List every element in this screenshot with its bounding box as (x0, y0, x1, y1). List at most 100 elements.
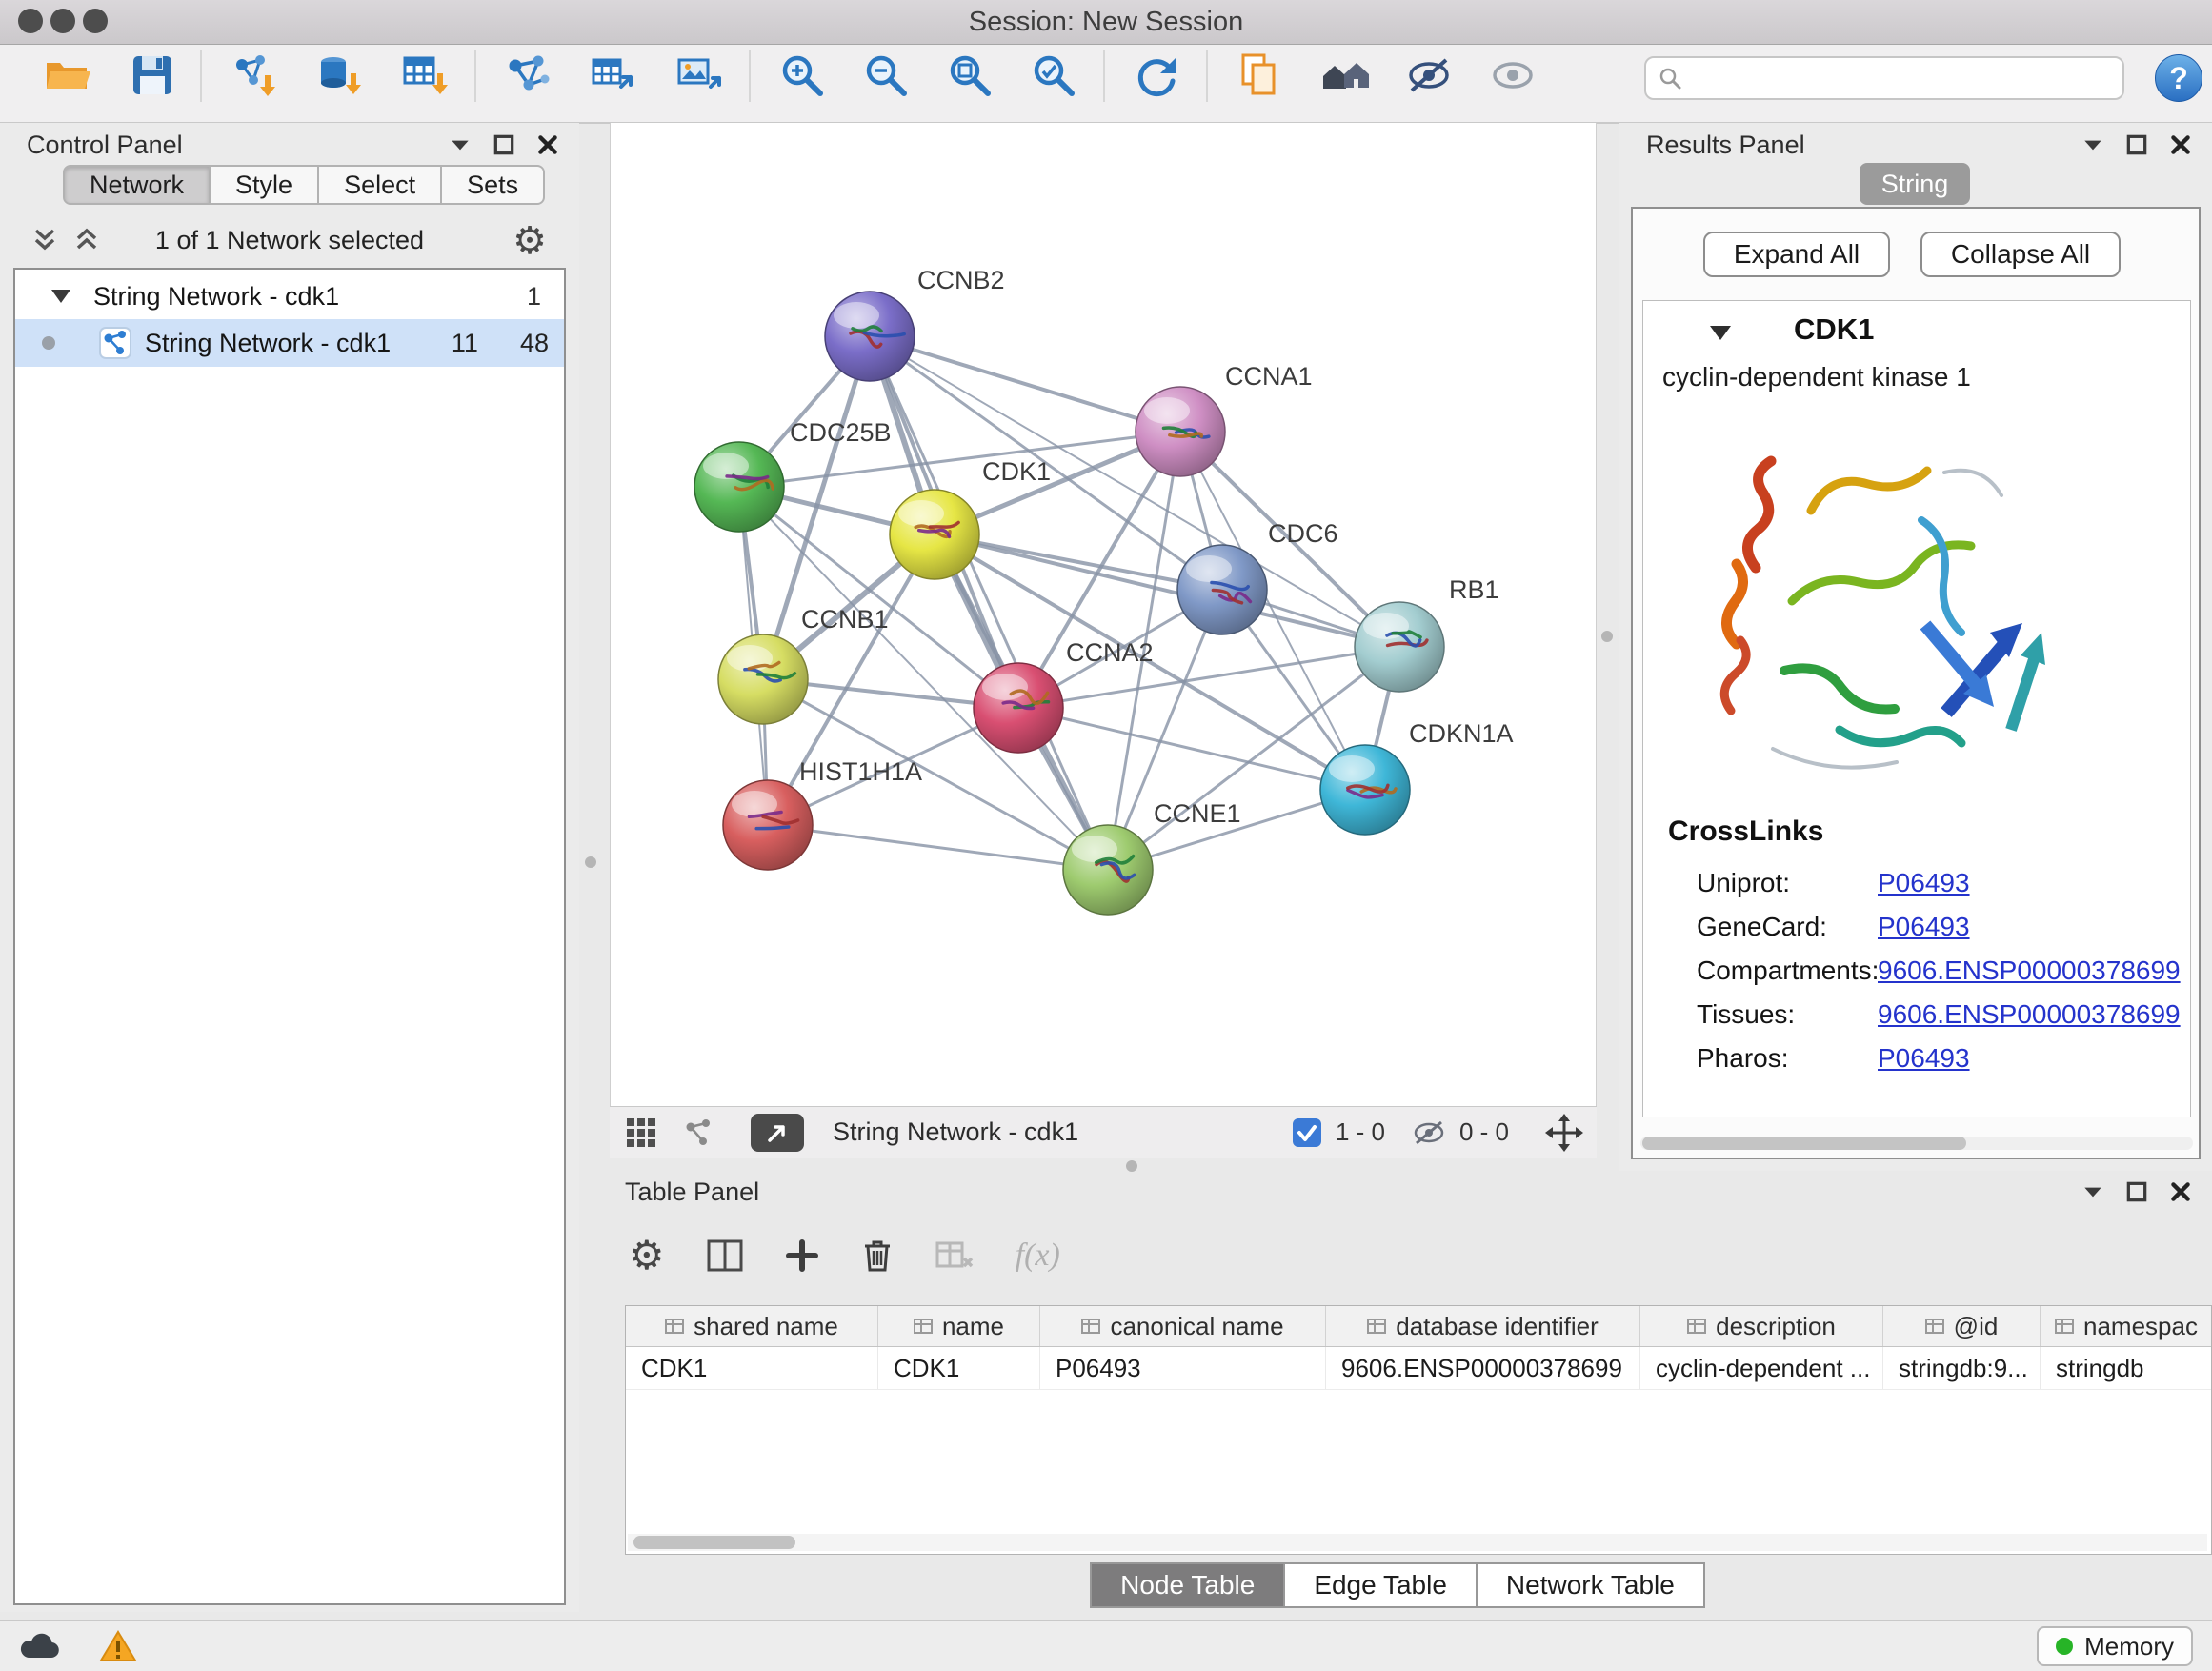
refresh-view-button[interactable] (1132, 50, 1181, 100)
column-header-name[interactable]: name (878, 1306, 1040, 1346)
control-tab-network[interactable]: Network (63, 165, 211, 205)
table-scrollbar-thumb[interactable] (633, 1536, 795, 1549)
column-header--id[interactable]: @id (1883, 1306, 2041, 1346)
column-header-canonical-name[interactable]: canonical name (1040, 1306, 1326, 1346)
crosslink-link[interactable]: P06493 (1878, 912, 1970, 942)
export-table-button[interactable] (589, 50, 638, 100)
add-row-plus-icon[interactable] (785, 1238, 819, 1273)
export-image-button[interactable] (674, 50, 724, 100)
crosslink-link[interactable]: P06493 (1878, 868, 1970, 898)
results-panel-menu-icon[interactable] (2081, 132, 2105, 157)
column-header-namespac[interactable]: namespac (2041, 1306, 2212, 1346)
first-neighbors-button[interactable] (1320, 50, 1370, 100)
network-node[interactable] (1136, 387, 1225, 476)
network-edge[interactable] (768, 825, 1108, 870)
save-session-button[interactable] (128, 50, 177, 100)
network-node[interactable] (1355, 602, 1444, 692)
show-all-button[interactable] (1488, 50, 1538, 100)
cloud-status-icon[interactable] (17, 1629, 61, 1661)
crosslink-link[interactable]: P06493 (1878, 1043, 1970, 1074)
column-header-database-identifier[interactable]: database identifier (1326, 1306, 1640, 1346)
search-input[interactable] (1692, 63, 2111, 94)
memory-button[interactable]: Memory (2037, 1626, 2193, 1666)
table-cell[interactable]: P06493 (1040, 1347, 1326, 1389)
table-cell[interactable]: cyclin-dependent ... (1640, 1347, 1883, 1389)
zoom-out-button[interactable] (861, 50, 911, 100)
control-panel-menu-icon[interactable] (448, 132, 473, 157)
control-tab-sets[interactable]: Sets (442, 165, 545, 205)
network-options-gear-icon[interactable]: ⚙ (513, 216, 547, 266)
left-vertical-splitter[interactable] (585, 856, 596, 868)
column-header-description[interactable]: description (1640, 1306, 1883, 1346)
delete-trash-icon[interactable] (861, 1238, 894, 1274)
expand-all-button[interactable]: Expand All (1703, 232, 1890, 277)
delete-table-icon[interactable] (935, 1239, 974, 1272)
hidden-eye-slash-icon[interactable] (1412, 1118, 1446, 1147)
network-graph[interactable]: CCNB2CCNA1CDC25BCDK1CDC6RB1CCNB1CCNA2CDK… (611, 123, 1596, 1106)
network-node[interactable] (1177, 545, 1267, 634)
table-cell[interactable]: CDK1 (878, 1347, 1040, 1389)
tab-node-table[interactable]: Node Table (1090, 1562, 1285, 1608)
zoom-selected-button[interactable] (1029, 50, 1078, 100)
results-panel-close-icon[interactable] (2168, 132, 2193, 157)
table-cell[interactable]: stringdb (2041, 1347, 2212, 1389)
copy-document-button[interactable] (1235, 50, 1284, 100)
network-node-label: CCNB1 (801, 605, 889, 634)
network-edge[interactable] (1018, 708, 1365, 790)
network-node[interactable] (723, 780, 813, 870)
show-columns-icon[interactable] (707, 1239, 743, 1272)
crosslink-link[interactable]: 9606.ENSP00000378699 (1878, 999, 2181, 1030)
tab-string[interactable]: String (1860, 163, 1970, 205)
collapse-all-button[interactable]: Collapse All (1920, 232, 2121, 277)
new-network-button[interactable] (503, 50, 553, 100)
table-panel-menu-icon[interactable] (2081, 1179, 2105, 1204)
right-vertical-splitter[interactable] (1601, 631, 1613, 642)
network-node[interactable] (718, 634, 808, 724)
network-node[interactable] (825, 292, 915, 381)
table-cell[interactable]: 9606.ENSP00000378699 (1326, 1347, 1640, 1389)
hide-selected-button[interactable] (1404, 50, 1454, 100)
function-builder-icon[interactable]: f(x) (1016, 1238, 1060, 1274)
open-session-button[interactable] (42, 50, 91, 100)
import-network-from-database-button[interactable] (314, 50, 364, 100)
network-view[interactable]: CCNB2CCNA1CDC25BCDK1CDC6RB1CCNB1CCNA2CDK… (610, 123, 1597, 1106)
results-panel-float-icon[interactable] (2124, 132, 2149, 157)
import-table-from-file-button[interactable] (400, 50, 450, 100)
zoom-in-button[interactable] (777, 50, 827, 100)
network-node[interactable] (694, 442, 784, 532)
network-collection-row[interactable]: String Network - cdk1 1 (15, 273, 564, 319)
column-header-shared-name[interactable]: shared name (626, 1306, 878, 1346)
control-panel-float-icon[interactable] (492, 132, 516, 157)
selected-checkbox-icon[interactable] (1292, 1117, 1322, 1148)
control-tab-select[interactable]: Select (319, 165, 442, 205)
network-node[interactable] (1063, 825, 1153, 915)
table-panel-float-icon[interactable] (2124, 1179, 2149, 1204)
network-node[interactable] (1320, 745, 1410, 835)
network-edge[interactable] (870, 336, 1180, 432)
pan-crosshair-icon[interactable] (1545, 1114, 1583, 1152)
collapse-triangle-icon[interactable] (50, 287, 72, 306)
grid-view-icon[interactable] (625, 1117, 657, 1149)
table-cell[interactable]: CDK1 (626, 1347, 878, 1389)
detach-view-button[interactable] (751, 1114, 804, 1152)
network-edge[interactable] (870, 336, 1108, 870)
import-network-from-file-button[interactable] (229, 50, 278, 100)
table-panel-close-icon[interactable] (2168, 1179, 2193, 1204)
help-button[interactable]: ? (2155, 54, 2202, 102)
birdseye-navigator-icon[interactable] (682, 1117, 714, 1149)
tab-network-table[interactable]: Network Table (1478, 1562, 1705, 1608)
network-node[interactable] (974, 663, 1063, 753)
collapse-entry-triangle-icon[interactable] (1708, 322, 1733, 343)
network-row[interactable]: String Network - cdk1 11 48 (15, 319, 564, 367)
tab-edge-table[interactable]: Edge Table (1285, 1562, 1478, 1608)
zoom-fit-button[interactable] (945, 50, 995, 100)
horizontal-splitter[interactable] (1126, 1160, 1137, 1172)
control-tab-style[interactable]: Style (211, 165, 319, 205)
warning-icon[interactable] (99, 1629, 137, 1663)
results-scrollbar-thumb[interactable] (1642, 1137, 1966, 1150)
crosslink-link[interactable]: 9606.ENSP00000378699 (1878, 956, 2181, 986)
table-settings-gear-icon[interactable]: ⚙ (629, 1231, 665, 1280)
network-node[interactable] (890, 490, 979, 579)
table-cell[interactable]: stringdb:9... (1883, 1347, 2041, 1389)
control-panel-close-icon[interactable] (535, 132, 560, 157)
